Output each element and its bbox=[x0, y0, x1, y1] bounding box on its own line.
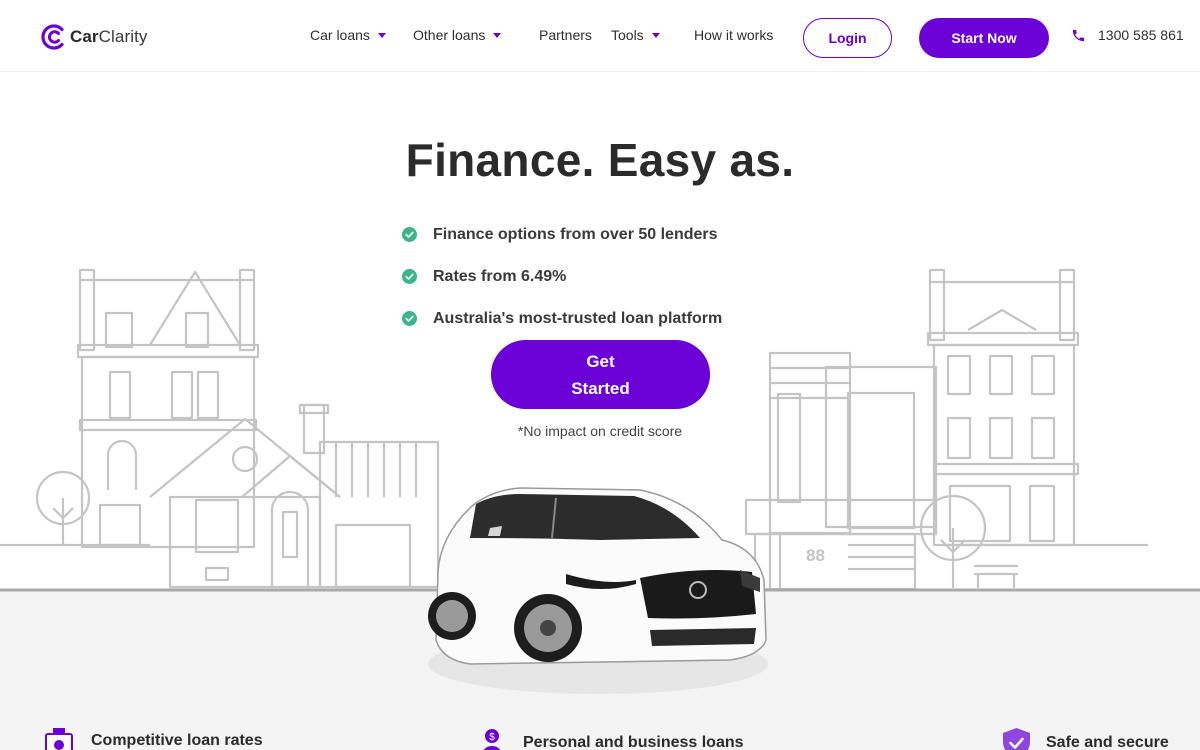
car-image bbox=[428, 487, 767, 665]
house-number: 88 bbox=[806, 546, 825, 565]
chevron-down-icon bbox=[651, 33, 660, 38]
feature-competitive-rates: Competitive loan rates bbox=[43, 728, 263, 750]
feature-safe-secure: Safe and secure bbox=[1003, 728, 1169, 750]
check-circle-icon bbox=[402, 227, 417, 242]
rates-icon bbox=[45, 728, 73, 750]
phone-link[interactable]: 1300 585 861 bbox=[1071, 27, 1184, 43]
nav-tools[interactable]: Tools bbox=[611, 27, 660, 43]
brand-logo[interactable]: CarClarity bbox=[40, 23, 148, 51]
nav-other-loans[interactable]: Other loans bbox=[413, 27, 502, 43]
check-circle-icon bbox=[402, 269, 417, 284]
nav-partners-label: Partners bbox=[539, 27, 592, 43]
phone-number: 1300 585 861 bbox=[1098, 27, 1184, 43]
hero-title: Finance. Easy as. bbox=[405, 134, 795, 186]
hero-feature-list: Finance options from over 50 lenders Rat… bbox=[402, 224, 722, 350]
shield-check-icon bbox=[1003, 728, 1030, 750]
list-item: Australia's most-trusted loan platform bbox=[402, 308, 722, 329]
svg-text:$: $ bbox=[489, 732, 495, 743]
nav-car-loans-label: Car loans bbox=[310, 27, 370, 43]
chevron-down-icon bbox=[493, 33, 502, 38]
phone-icon bbox=[1072, 29, 1085, 41]
nav-how-it-works[interactable]: How it works bbox=[694, 27, 773, 43]
top-navigation: CarClarity Car loans Other loans Partner… bbox=[0, 0, 1200, 72]
feature-label: Safe and secure bbox=[1046, 734, 1169, 750]
list-item: Finance options from over 50 lenders bbox=[402, 224, 722, 245]
chevron-down-icon bbox=[377, 33, 386, 38]
nav-car-loans[interactable]: Car loans bbox=[310, 27, 386, 43]
get-started-button[interactable]: Get Started bbox=[491, 340, 710, 409]
feature-text: Australia's most-trusted loan platform bbox=[433, 309, 723, 327]
feature-personal-business-loans: $ Personal and business loans bbox=[477, 728, 744, 750]
check-circle-icon bbox=[402, 311, 417, 326]
nav-how-it-works-label: How it works bbox=[694, 27, 774, 43]
feature-text: Rates from 6.49% bbox=[433, 267, 567, 285]
carclarity-logo-icon bbox=[41, 24, 64, 50]
feature-label: Competitive loan rates bbox=[91, 732, 263, 749]
nav-tools-label: Tools bbox=[611, 27, 644, 43]
brand-name: CarClarity bbox=[70, 27, 148, 46]
list-item: Rates from 6.49% bbox=[402, 266, 722, 287]
start-now-button[interactable]: Start Now bbox=[919, 18, 1049, 58]
feature-text: Finance options from over 50 lenders bbox=[433, 225, 718, 243]
feature-label: Personal and business loans bbox=[523, 734, 744, 750]
nav-other-loans-label: Other loans bbox=[413, 27, 486, 43]
credit-score-note: *No impact on credit score bbox=[517, 423, 683, 439]
person-dollar-icon: $ bbox=[483, 729, 501, 750]
login-button[interactable]: Login bbox=[803, 18, 892, 58]
nav-partners[interactable]: Partners bbox=[539, 27, 592, 43]
